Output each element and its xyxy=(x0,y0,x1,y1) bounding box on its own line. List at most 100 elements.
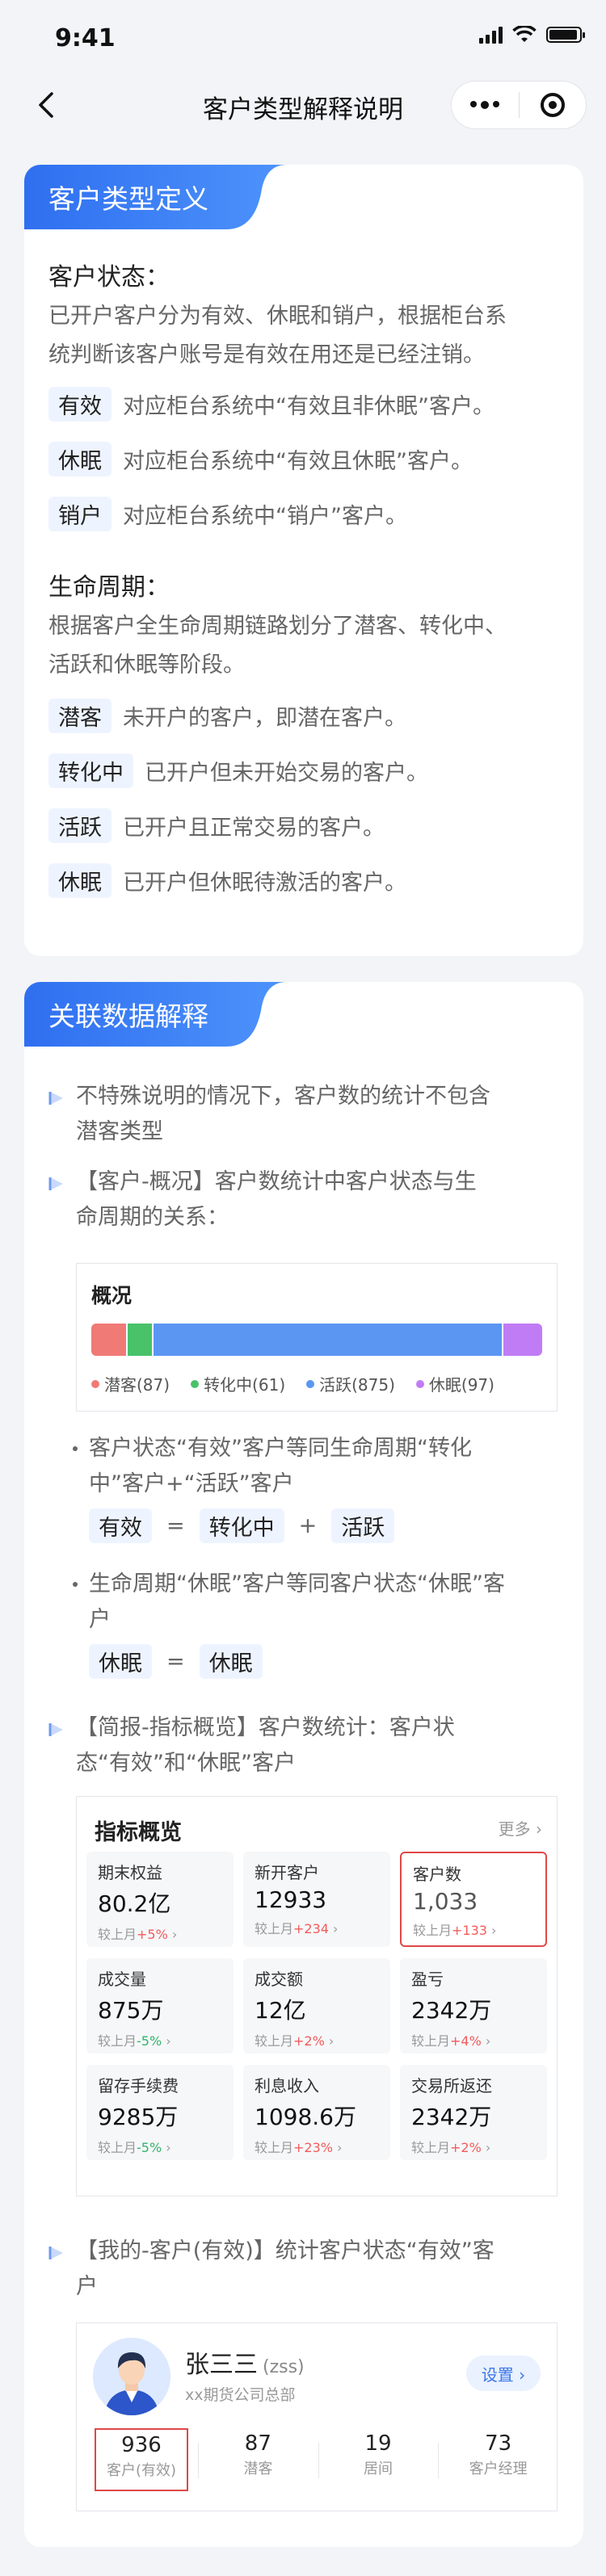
bullet-dormant-equals: 生命周期“休眠”客户等同客户状态“休眠”客户 xyxy=(73,1567,574,1638)
indicator-delta: +23% xyxy=(293,2140,333,2155)
indicator-value: 1098.6万 xyxy=(255,2104,356,2130)
note-line: 态“有效”和“休眠”客户 xyxy=(76,1751,296,1776)
legend-dot xyxy=(415,1379,424,1388)
indicators-title: 指标概览 xyxy=(95,1820,182,1845)
flag-icon xyxy=(48,2247,63,2259)
bullet-line: 中”客户+“活跃”客户 xyxy=(89,1471,294,1496)
indicator-label: 新开客户 xyxy=(255,1863,319,1882)
note-line: 潜客类型 xyxy=(76,1119,163,1144)
section-title: 关联数据解释 xyxy=(48,1001,208,1032)
equation-valid: 有效 = 转化中 + 活跃 xyxy=(89,1507,395,1544)
equation-dormant: 休眠 = 休眠 xyxy=(89,1643,263,1680)
legend-label: 转化中(61) xyxy=(204,1375,286,1395)
status-desc-line: 统判断该客户账号是有效在用还是已经注销。 xyxy=(48,342,485,367)
indicator-compare: 较上月+5% › xyxy=(98,1927,178,1942)
note-line: 户 xyxy=(76,2274,98,2299)
flag-icon xyxy=(48,1723,63,1736)
compare-label: 较上月 xyxy=(98,1927,137,1942)
note-overview-relation: 【客户-概况】客户数统计中客户状态与生 命周期的关系： xyxy=(48,1164,566,1236)
profile-stat[interactable]: 19 居间 xyxy=(318,2425,439,2496)
indicator-compare: 较上月-5% › xyxy=(98,2033,171,2049)
overview-legend: 潜客(87) 转化中(61) 活跃(875) 休眠(97) xyxy=(91,1372,494,1395)
indicator-cell[interactable]: 利息收入 1098.6万较上月+23% › xyxy=(243,2065,390,2160)
stat-valid-customers-highlighted[interactable]: 936 客户(有效) xyxy=(95,2428,188,2491)
indicator-compare: 较上月+2% › xyxy=(411,2140,491,2155)
indicator-cell[interactable]: 新开客户 12933 较上月+234 › xyxy=(243,1852,390,1947)
user-account: (zss) xyxy=(263,2357,305,2377)
eq-operator: = xyxy=(166,1648,185,1674)
eq-term: 有效 xyxy=(89,1508,152,1543)
section-header: 关联数据解释 xyxy=(24,982,299,1047)
legend-item: 潜客(87) xyxy=(91,1372,170,1395)
indicator-cell-customers-highlighted[interactable]: 客户数 1,033 较上月+133 › xyxy=(400,1852,547,1947)
stat-label: 居间 xyxy=(364,2461,393,2477)
profile-stat[interactable]: 87 潜客 xyxy=(198,2425,318,2496)
battery-icon xyxy=(546,27,585,43)
indicator-delta: +133 xyxy=(452,1923,487,1938)
status-desc-line: 已开户客户分为有效、休眠和销户，根据柜台系 xyxy=(48,304,507,329)
tag-desc: 已开户且正常交易的客户。 xyxy=(123,815,385,841)
overview-bar-segment xyxy=(151,1324,503,1356)
status-item-valid: 有效 对应柜台系统中“有效且非休眠”客户。 xyxy=(48,384,494,423)
indicator-cell[interactable]: 交易所返还 2342万 较上月+2% › xyxy=(400,2065,547,2160)
status-description: 已开户客户分为有效、休眠和销户，根据柜台系 统判断该客户账号是有效在用还是已经注… xyxy=(48,297,566,375)
indicator-cell[interactable]: 盈亏 2342万 较上月+4% › xyxy=(400,1958,547,2054)
overview-title: 概况 xyxy=(91,1284,133,1307)
section-card-definitions: 客户类型定义 客户状态： 已开户客户分为有效、休眠和销户，根据柜台系 统判断该客… xyxy=(24,165,583,956)
status-item-closed: 销户 对应柜台系统中“销户”客户。 xyxy=(48,494,407,533)
indicator-label: 利息收入 xyxy=(255,2076,319,2096)
indicator-cell[interactable]: 留存手续费 9285万 较上月-5% › xyxy=(86,2065,234,2160)
indicator-value: 80.2亿 xyxy=(98,1890,171,1917)
profile-stat[interactable]: 73 客户经理 xyxy=(438,2425,558,2496)
bullet-valid-equals: 客户状态“有效”客户等同生命周期“转化 中”客户+“活跃”客户 xyxy=(73,1431,574,1502)
eq-operator: = xyxy=(166,1512,185,1538)
compare-label: 较上月 xyxy=(98,2140,137,2155)
tag: 销户 xyxy=(48,496,112,531)
lifecycle-desc-line: 活跃和休眠等阶段。 xyxy=(48,652,245,678)
indicator-value: 12933 xyxy=(255,1886,327,1913)
indicator-value: 2342万 xyxy=(411,2104,492,2130)
note-line: 命周期的关系： xyxy=(76,1205,229,1230)
indicator-value: 875万 xyxy=(98,1997,164,2024)
profile-preview: 张三三 (zss) xx期货公司总部 设置 › 936 客户(有效) 87 潜客 19 居间… xyxy=(76,2322,558,2511)
note-line: 【客户-概况】客户数统计中客户状态与生 xyxy=(76,1169,477,1194)
legend-label: 休眠(97) xyxy=(428,1375,494,1395)
overview-bar-segment xyxy=(91,1324,126,1356)
indicator-label: 客户数 xyxy=(413,1865,461,1884)
more-dots-icon[interactable] xyxy=(452,101,519,109)
more-link[interactable]: 更多 › xyxy=(499,1816,542,1840)
note-exclude-prospects: 不特殊说明的情况下，客户数的统计不包含 潜客类型 xyxy=(48,1079,566,1150)
indicator-delta: +4% xyxy=(450,2033,482,2049)
indicator-cell[interactable]: 成交额 12亿 较上月+2% › xyxy=(243,1958,390,2054)
note-brief-indicators: 【简报-指标概览】客户数统计：客户状 态“有效”和“休眠”客户 xyxy=(48,1710,566,1781)
overview-stacked-bar xyxy=(91,1324,542,1356)
lifecycle-item-converting: 转化中 已开户但未开始交易的客户。 xyxy=(48,751,428,790)
user-name-text: 张三三 xyxy=(185,2351,258,2379)
overview-preview: 概况 潜客(87) 转化中(61) 活跃(875) 休眠(97) xyxy=(76,1263,558,1412)
avatar-illustration-icon xyxy=(93,2338,170,2415)
indicator-cell[interactable]: 成交量 875万 较上月-5% › xyxy=(86,1958,234,2054)
status-time: 9:41 xyxy=(55,24,116,52)
wifi-icon xyxy=(512,26,537,42)
stat-label: 客户经理 xyxy=(469,2461,528,2477)
indicator-compare: 较上月+23% › xyxy=(255,2140,343,2155)
close-target-icon[interactable] xyxy=(520,93,587,117)
lifecycle-item-active: 活跃 已开户且正常交易的客户。 xyxy=(48,806,385,845)
settings-button[interactable]: 设置 › xyxy=(466,2356,541,2391)
indicator-cell[interactable]: 期末权益 80.2亿 较上月+5% › xyxy=(86,1852,234,1947)
signal-icon xyxy=(479,26,503,44)
lifecycle-description: 根据客户全生命周期链路划分了潜客、转化中、 活跃和休眠等阶段。 xyxy=(48,607,566,685)
indicator-delta: -5% xyxy=(137,2033,162,2049)
note-line: 不特殊说明的情况下，客户数的统计不包含 xyxy=(76,1084,490,1109)
bullet-line: 客户状态“有效”客户等同生命周期“转化 xyxy=(89,1436,472,1461)
status-item-dormant: 休眠 对应柜台系统中“有效且休眠”客户。 xyxy=(48,439,473,478)
tag: 潜客 xyxy=(48,698,112,733)
flag-icon xyxy=(48,1177,63,1190)
tag: 休眠 xyxy=(48,862,112,898)
status-bar: 9:41 xyxy=(0,0,606,73)
indicator-delta: -5% xyxy=(137,2140,162,2155)
tag: 休眠 xyxy=(48,441,112,476)
indicator-label: 成交额 xyxy=(255,1970,303,1989)
eq-term: 休眠 xyxy=(199,1643,263,1679)
indicators-preview: 指标概览 更多 › 期末权益 80.2亿 较上月+5% › 新开客户 12933 较上月+… xyxy=(76,1796,558,2196)
